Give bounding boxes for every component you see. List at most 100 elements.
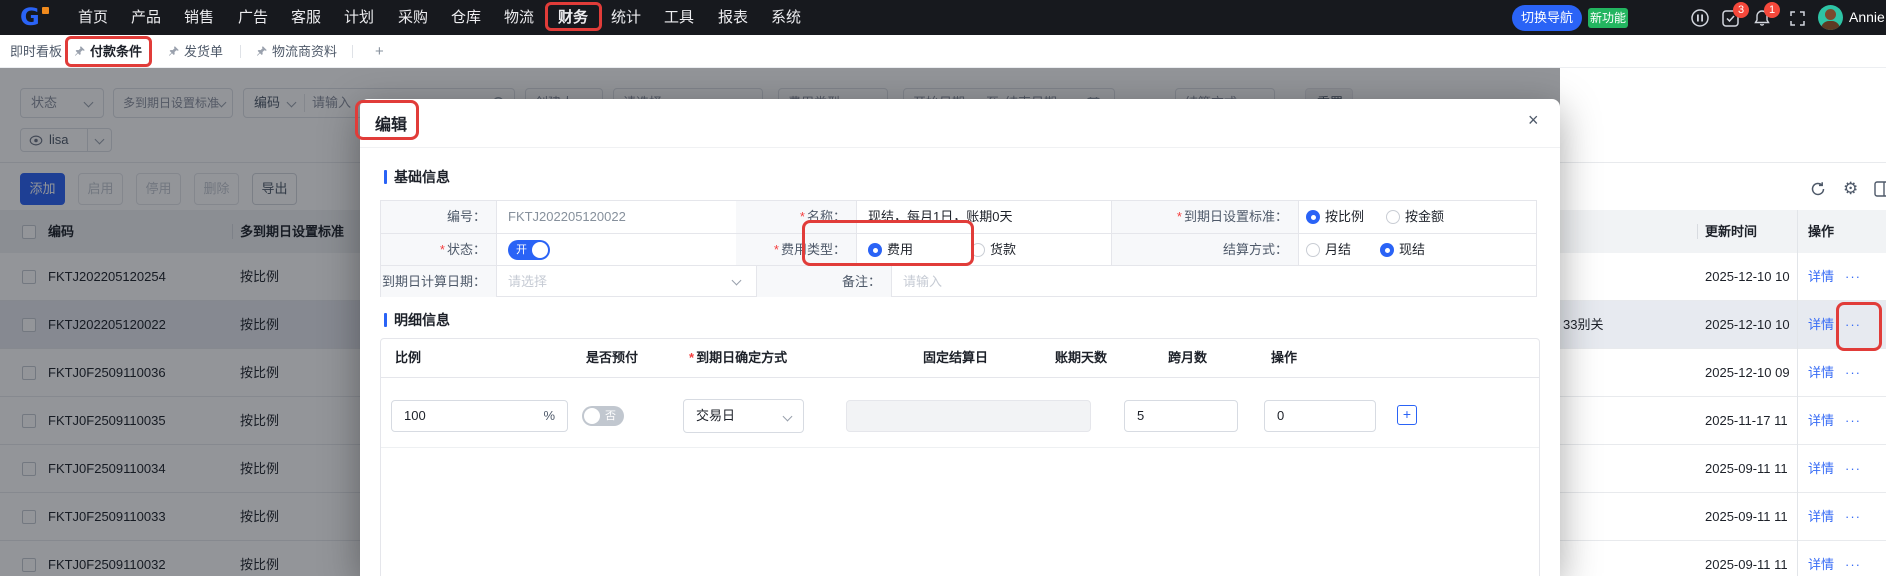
switch-navigation-button[interactable]: 切换导航	[1512, 5, 1582, 31]
radio-by-amount-label[interactable]: 按金额	[1405, 210, 1444, 224]
remark-label: 备注：	[841, 274, 881, 289]
detail-link[interactable]: 详情	[1808, 493, 1834, 540]
nav-item-purchase[interactable]: 采购	[398, 0, 428, 35]
nav-item-logistics[interactable]: 物流	[504, 0, 534, 35]
top-nav: G 首页 产品 销售 广告 客服 计划 采购 仓库 物流 财务 统计 工具 报表…	[0, 0, 1886, 35]
tab-dashboard[interactable]: 即时看板	[10, 35, 62, 68]
todo-count-badge: 3	[1733, 2, 1749, 18]
status-toggle-on[interactable]: 开	[508, 240, 550, 260]
pin-icon[interactable]	[74, 45, 86, 57]
tab-logistics-provider[interactable]: 物流商资料	[272, 35, 337, 68]
edit-dialog: 编辑 × 基础信息 编号： FKTJ202205120022 * 名称： 现结，每…	[360, 99, 1560, 576]
more-actions-button[interactable]: ···	[1845, 253, 1861, 300]
tab-delivery-note[interactable]: 发货单	[184, 35, 223, 68]
close-icon[interactable]: ×	[1528, 110, 1539, 131]
nav-item-finance[interactable]: 财务	[558, 0, 588, 35]
nav-item-product[interactable]: 产品	[131, 0, 161, 35]
radio-cash-settle-label[interactable]: 现结	[1399, 243, 1425, 257]
cell-updated: 2025-09-11 11	[1705, 557, 1788, 572]
basic-info-form: 编号： FKTJ202205120022 * 名称： 现结，每月1日，账期0天 *…	[380, 200, 1537, 297]
calc-date-select[interactable]: 请选择	[508, 266, 547, 298]
more-actions-button[interactable]: ···	[1845, 349, 1861, 396]
cell-updated: 2025-11-17 11	[1705, 413, 1788, 428]
code-label: 编号：	[446, 209, 486, 224]
add-row-button[interactable]: +	[1397, 405, 1417, 425]
chevron-down-icon	[731, 275, 742, 286]
cross-month-input[interactable]: 0	[1264, 400, 1376, 432]
radio-by-amount[interactable]	[1386, 210, 1400, 224]
name-label-text: 名称：	[806, 209, 846, 224]
radio-monthly-settle[interactable]	[1306, 243, 1320, 257]
brand-logo-dot	[42, 7, 49, 14]
nav-item-reports[interactable]: 报表	[718, 0, 748, 35]
nav-item-ads[interactable]: 广告	[238, 0, 268, 35]
radio-fee-label[interactable]: 费用	[887, 243, 913, 257]
gear-icon[interactable]: ⚙	[1843, 179, 1858, 199]
label-cell: 编号：	[381, 201, 496, 233]
days-value: 5	[1137, 408, 1145, 423]
radio-by-ratio[interactable]	[1306, 210, 1320, 224]
nav-item-tools[interactable]: 工具	[664, 0, 694, 35]
new-feature-badge[interactable]: 新功能	[1588, 8, 1628, 28]
detail-link[interactable]: 详情	[1808, 397, 1834, 444]
pin-icon[interactable]	[256, 45, 268, 57]
avatar-body	[1821, 21, 1840, 30]
label-cell: *到期日计算日期：	[381, 266, 496, 297]
detail-link[interactable]: 详情	[1808, 541, 1834, 576]
label-cell: * 状态：	[381, 234, 496, 265]
divider	[381, 447, 1539, 448]
nav-item-stats[interactable]: 统计	[611, 0, 641, 35]
nav-item-plan[interactable]: 计划	[344, 0, 374, 35]
radio-monthly-settle-label[interactable]: 月结	[1325, 243, 1351, 257]
column-settings-icon[interactable]	[1874, 181, 1886, 197]
more-actions-button[interactable]: ···	[1845, 541, 1861, 576]
divider	[891, 266, 892, 297]
days-input[interactable]: 5	[1124, 400, 1238, 432]
more-actions-button[interactable]: ···	[1845, 445, 1861, 492]
radio-fee[interactable]	[868, 243, 882, 257]
user-avatar[interactable]	[1818, 5, 1843, 30]
nav-item-home[interactable]: 首页	[78, 0, 108, 35]
user-name[interactable]: Annie	[1849, 9, 1885, 25]
nav-item-sales[interactable]: 销售	[184, 0, 214, 35]
status-label-text: 状态：	[446, 242, 486, 257]
column-header-updated-at[interactable]: 更新时间	[1705, 210, 1757, 253]
more-actions-button[interactable]: ···	[1845, 493, 1861, 540]
label-cell: 备注：	[757, 266, 891, 297]
cell-name-peek: 33别关	[1563, 317, 1604, 332]
pin-icon[interactable]	[168, 45, 180, 57]
more-actions-button[interactable]: ···	[1845, 301, 1861, 348]
nav-item-system[interactable]: 系统	[771, 0, 801, 35]
cell-updated: 2025-09-11 11	[1705, 509, 1788, 524]
prepay-toggle-off[interactable]: 否	[582, 406, 624, 426]
refresh-icon[interactable]	[1810, 181, 1826, 197]
nav-item-service[interactable]: 客服	[291, 0, 321, 35]
divider	[856, 234, 857, 265]
radio-goods-payment[interactable]	[971, 243, 985, 257]
fixed-day-input-disabled	[846, 400, 1091, 432]
detail-link[interactable]: 详情	[1808, 253, 1834, 300]
nav-item-warehouse[interactable]: 仓库	[451, 0, 481, 35]
toggle-on-text: 开	[516, 244, 527, 256]
radio-cash-settle[interactable]	[1380, 243, 1394, 257]
detail-link[interactable]: 详情	[1808, 301, 1834, 348]
name-value[interactable]: 现结，每月1日，账期0天	[868, 201, 1012, 233]
section-title-detail: 明细信息	[394, 312, 450, 328]
ratio-input[interactable]: 100 %	[391, 400, 568, 432]
remark-input[interactable]: 请输入	[903, 266, 942, 298]
detail-link[interactable]: 详情	[1808, 349, 1834, 396]
fullscreen-icon[interactable]	[1790, 11, 1805, 26]
tab-payment-terms[interactable]: 付款条件	[90, 35, 142, 68]
radio-by-ratio-label[interactable]: 按比例	[1325, 210, 1364, 224]
brand-logo[interactable]: G	[20, 3, 40, 31]
more-actions-button[interactable]: ···	[1845, 397, 1861, 444]
label-cell: * 名称：	[736, 201, 856, 233]
radio-goods-payment-label[interactable]: 货款	[990, 243, 1016, 257]
cell-updated: 2025-12-10 09	[1705, 365, 1790, 380]
queue-status-icon[interactable]	[1691, 9, 1709, 27]
add-tab-button[interactable]: +	[375, 35, 384, 68]
column-header-prepay: 是否预付	[586, 350, 639, 365]
due-method-select[interactable]: 交易日	[683, 399, 804, 433]
detail-link[interactable]: 详情	[1808, 445, 1834, 492]
due-standard-label-text: 到期日设置标准：	[1183, 209, 1288, 224]
